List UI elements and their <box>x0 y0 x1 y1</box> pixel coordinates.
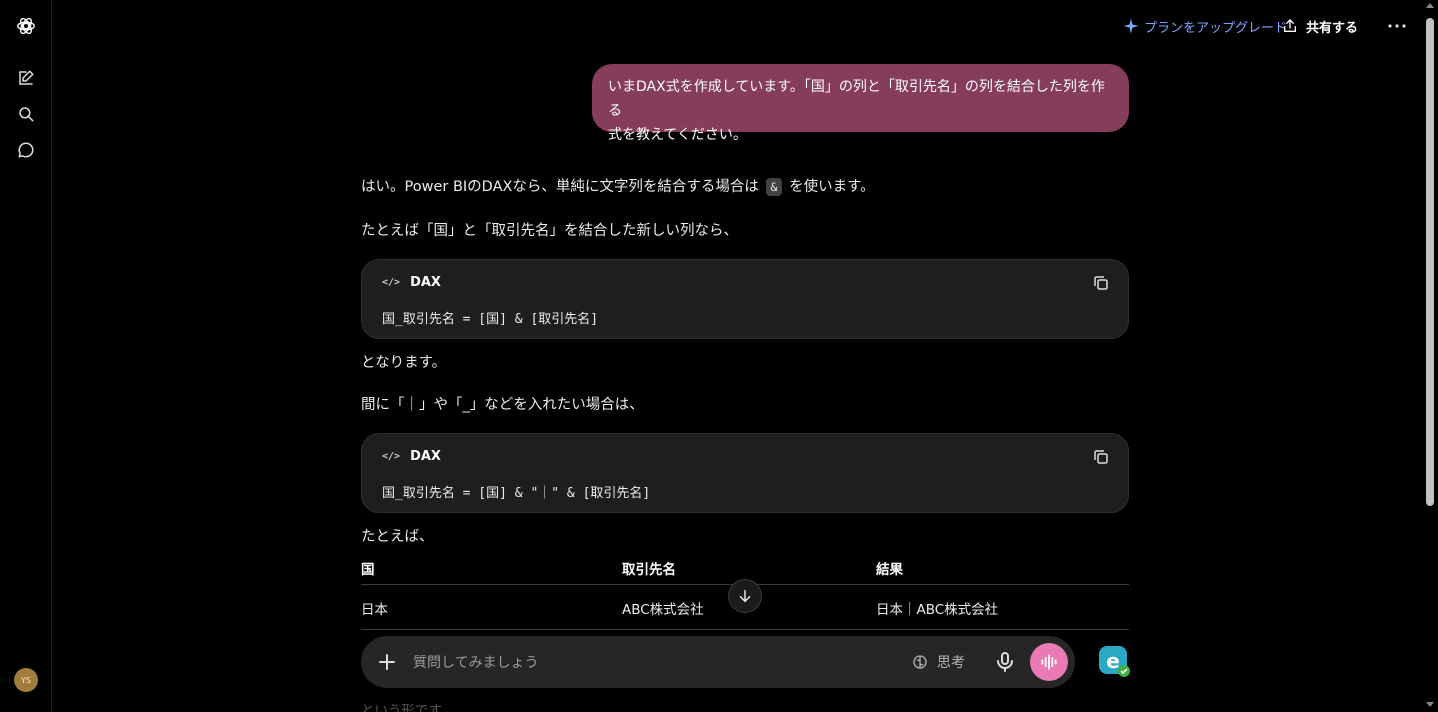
table-divider <box>361 629 1129 630</box>
code-content: 国_取引先名 = [国] & [取引先名] <box>382 312 599 327</box>
assistant-paragraph-2: たとえば「国」と「取引先名」を結合した新しい列なら、 <box>361 223 738 239</box>
microphone-icon[interactable] <box>993 650 1017 674</box>
new-chat-icon[interactable] <box>14 66 38 90</box>
assistant-paragraph-1: はい。Power BIのDAXなら、単純に文字列を結合する場合は & を使います… <box>361 175 875 196</box>
code-language-label: DAX <box>410 275 441 290</box>
brain-icon <box>913 655 927 669</box>
chat-bubble-icon[interactable] <box>14 138 38 162</box>
paragraph-text: はい。Power BIのDAXなら、単純に文字列を結合する場合は <box>361 179 759 195</box>
share-label: 共有する <box>1306 20 1359 36</box>
share-button[interactable]: 共有する <box>1282 14 1358 38</box>
scroll-down-arrow-icon[interactable] <box>1426 702 1434 707</box>
table-header-country: 国 <box>361 562 375 578</box>
think-label: 思考 <box>937 655 965 671</box>
sidebar-rail: YS <box>0 0 52 712</box>
voice-mode-button[interactable] <box>1030 643 1068 681</box>
faded-text: という形です <box>361 703 442 712</box>
sparkle-icon <box>1123 18 1139 34</box>
code-icon: </> <box>382 277 401 288</box>
code-language-label: DAX <box>410 449 441 464</box>
share-icon <box>1284 19 1296 32</box>
copy-icon[interactable] <box>1092 274 1112 294</box>
more-options-icon[interactable] <box>1386 14 1408 38</box>
avatar[interactable]: YS <box>14 668 38 692</box>
openai-logo-icon[interactable] <box>14 14 38 38</box>
scroll-up-arrow-icon[interactable] <box>1426 3 1434 8</box>
user-message: いまDAX式を作成しています。「国」の列と「取引先名」の列を結合した列を作る 式… <box>592 64 1129 143</box>
voice-wave-icon <box>1041 654 1057 670</box>
table-cell: 日本 <box>361 602 388 618</box>
copy-icon[interactable] <box>1092 448 1112 468</box>
user-message-line-2: 式を教えてください。 <box>608 127 747 143</box>
code-block: </> DAX 国_取引先名 = [国] & [取引先名] <box>361 259 1129 339</box>
table-cell: ABC株式会社 <box>622 602 704 618</box>
code-block-header: </> DAX <box>382 449 441 464</box>
think-button[interactable]: 思考 <box>911 650 965 674</box>
scrollbar-thumb[interactable] <box>1426 18 1434 506</box>
message-input[interactable]: 質問してみましょう <box>413 652 539 672</box>
inline-code: & <box>765 178 783 196</box>
table-header-result: 結果 <box>876 562 903 578</box>
table-header-client: 取引先名 <box>622 562 676 578</box>
user-message-line-1: いまDAX式を作成しています。「国」の列と「取引先名」の列を結合した列を作る <box>608 79 1105 119</box>
code-block: </> DAX 国_取引先名 = [国] & "｜" & [取引先名] <box>361 433 1129 513</box>
paragraph-text: を使います。 <box>789 179 875 195</box>
search-icon[interactable] <box>14 102 38 126</box>
assistant-paragraph-5: たとえば、 <box>361 529 434 545</box>
code-content: 国_取引先名 = [国] & "｜" & [取引先名] <box>382 486 651 501</box>
arrow-down-icon <box>739 590 751 603</box>
code-block-header: </> DAX <box>382 275 441 290</box>
assistant-paragraph-4: 間に「｜」や「_」などを入れたい場合は、 <box>361 397 644 413</box>
plus-icon[interactable] <box>375 650 399 674</box>
upgrade-plan-button[interactable]: プランをアップグレード <box>1122 14 1287 38</box>
extension-badge-icon[interactable]: e <box>1097 644 1131 678</box>
table-cell: 日本｜ABC株式会社 <box>876 602 999 618</box>
code-icon: </> <box>382 451 401 462</box>
scrollbar[interactable] <box>1422 0 1438 712</box>
composer: 質問してみましょう 思考 <box>361 636 1075 688</box>
upgrade-label: プランをアップグレード <box>1144 20 1288 36</box>
assistant-paragraph-3: となります。 <box>361 355 447 371</box>
scroll-to-bottom-button[interactable] <box>728 579 762 613</box>
svg-text:e: e <box>1106 649 1120 673</box>
